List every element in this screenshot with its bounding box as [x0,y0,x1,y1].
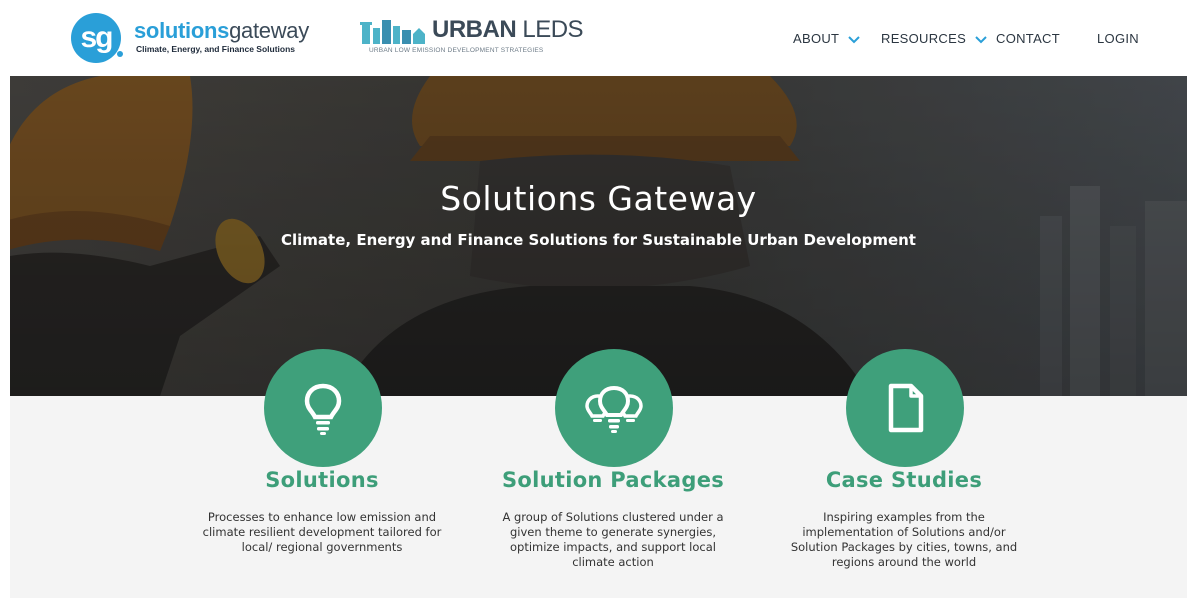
case-studies-icon-button[interactable] [846,349,964,467]
nav-contact[interactable]: CONTACT [996,31,1060,47]
solutions-gateway-logo[interactable]: sg solutionsgateway Climate, Energy, and… [70,13,330,63]
solutions-icon-button[interactable] [264,349,382,467]
svg-text:sg: sg [80,21,112,54]
feature-description-line: climate resilient development tailored f… [202,525,442,539]
nav-about-label: ABOUT [793,31,840,46]
nav-resources[interactable]: RESOURCES [881,31,988,47]
partner-subtitle: URBAN LOW EMISSION DEVELOPMENT STRATEGIE… [369,47,544,54]
site-header: sg solutionsgateway Climate, Energy, and… [0,0,1187,76]
brand-name: solutionsgateway [134,19,309,43]
chevron-down-icon [848,35,861,43]
brand-name-light: gateway [229,18,309,43]
feature-description: Processes to enhance low emission and cl… [177,510,467,555]
feature-description: A group of Solutions clustered under a g… [468,510,758,570]
lightbulb-icon [304,383,342,435]
brand-tagline: Climate, Energy, and Finance Solutions [136,44,296,54]
feature-description-line: given theme to generate synergies, [510,525,716,539]
lightbulbs-icon [585,385,643,433]
feature-description: Inspiring examples from the implementati… [759,510,1049,570]
nav-login[interactable]: LOGIN [1097,31,1139,47]
feature-description-line: Solution Packages by cities, towns, and [790,540,1018,554]
feature-description-line: local/ regional governments [241,540,403,554]
partner-name-bold: URBAN [432,16,517,43]
feature-description-line: Inspiring examples from the [823,510,985,524]
feature-description-line: regions around the world [831,555,977,569]
sg-logo-mark: sg [71,13,123,63]
chevron-down-icon [975,35,987,43]
feature-description-line: implementation of Solutions and/or [802,525,1006,539]
feature-description-line: optimize impacts, and support local [510,540,716,554]
feature-title[interactable]: Solutions [177,466,467,494]
feature-description-line: climate action [572,555,654,569]
hero-subtitle: Climate, Energy and Finance Solutions fo… [281,231,916,249]
hero-title: Solutions Gateway [440,179,757,218]
partner-name: URBAN LEDS [432,16,584,44]
partner-name-light: LEDS [516,16,584,43]
feature-description-line: Processes to enhance low emission and [207,510,437,524]
urban-leds-logo[interactable]: URBAN LEDS URBAN LOW EMISSION DEVELOPMEN… [360,16,600,60]
solution-packages-icon-button[interactable] [555,349,673,467]
document-icon [888,383,924,433]
features-section: Solutions Processes to enhance low emiss… [10,349,1187,598]
hero-banner: Solutions Gateway Climate, Energy and Fi… [10,76,1187,396]
brand-name-bold: solutions [134,18,230,43]
feature-title[interactable]: Case Studies [759,466,1049,494]
feature-title[interactable]: Solution Packages [468,466,758,494]
nav-resources-label: RESOURCES [881,31,967,46]
city-skyline-icon [360,20,425,44]
feature-description-line: A group of Solutions clustered under a [502,510,724,524]
nav-about[interactable]: ABOUT [793,31,861,47]
